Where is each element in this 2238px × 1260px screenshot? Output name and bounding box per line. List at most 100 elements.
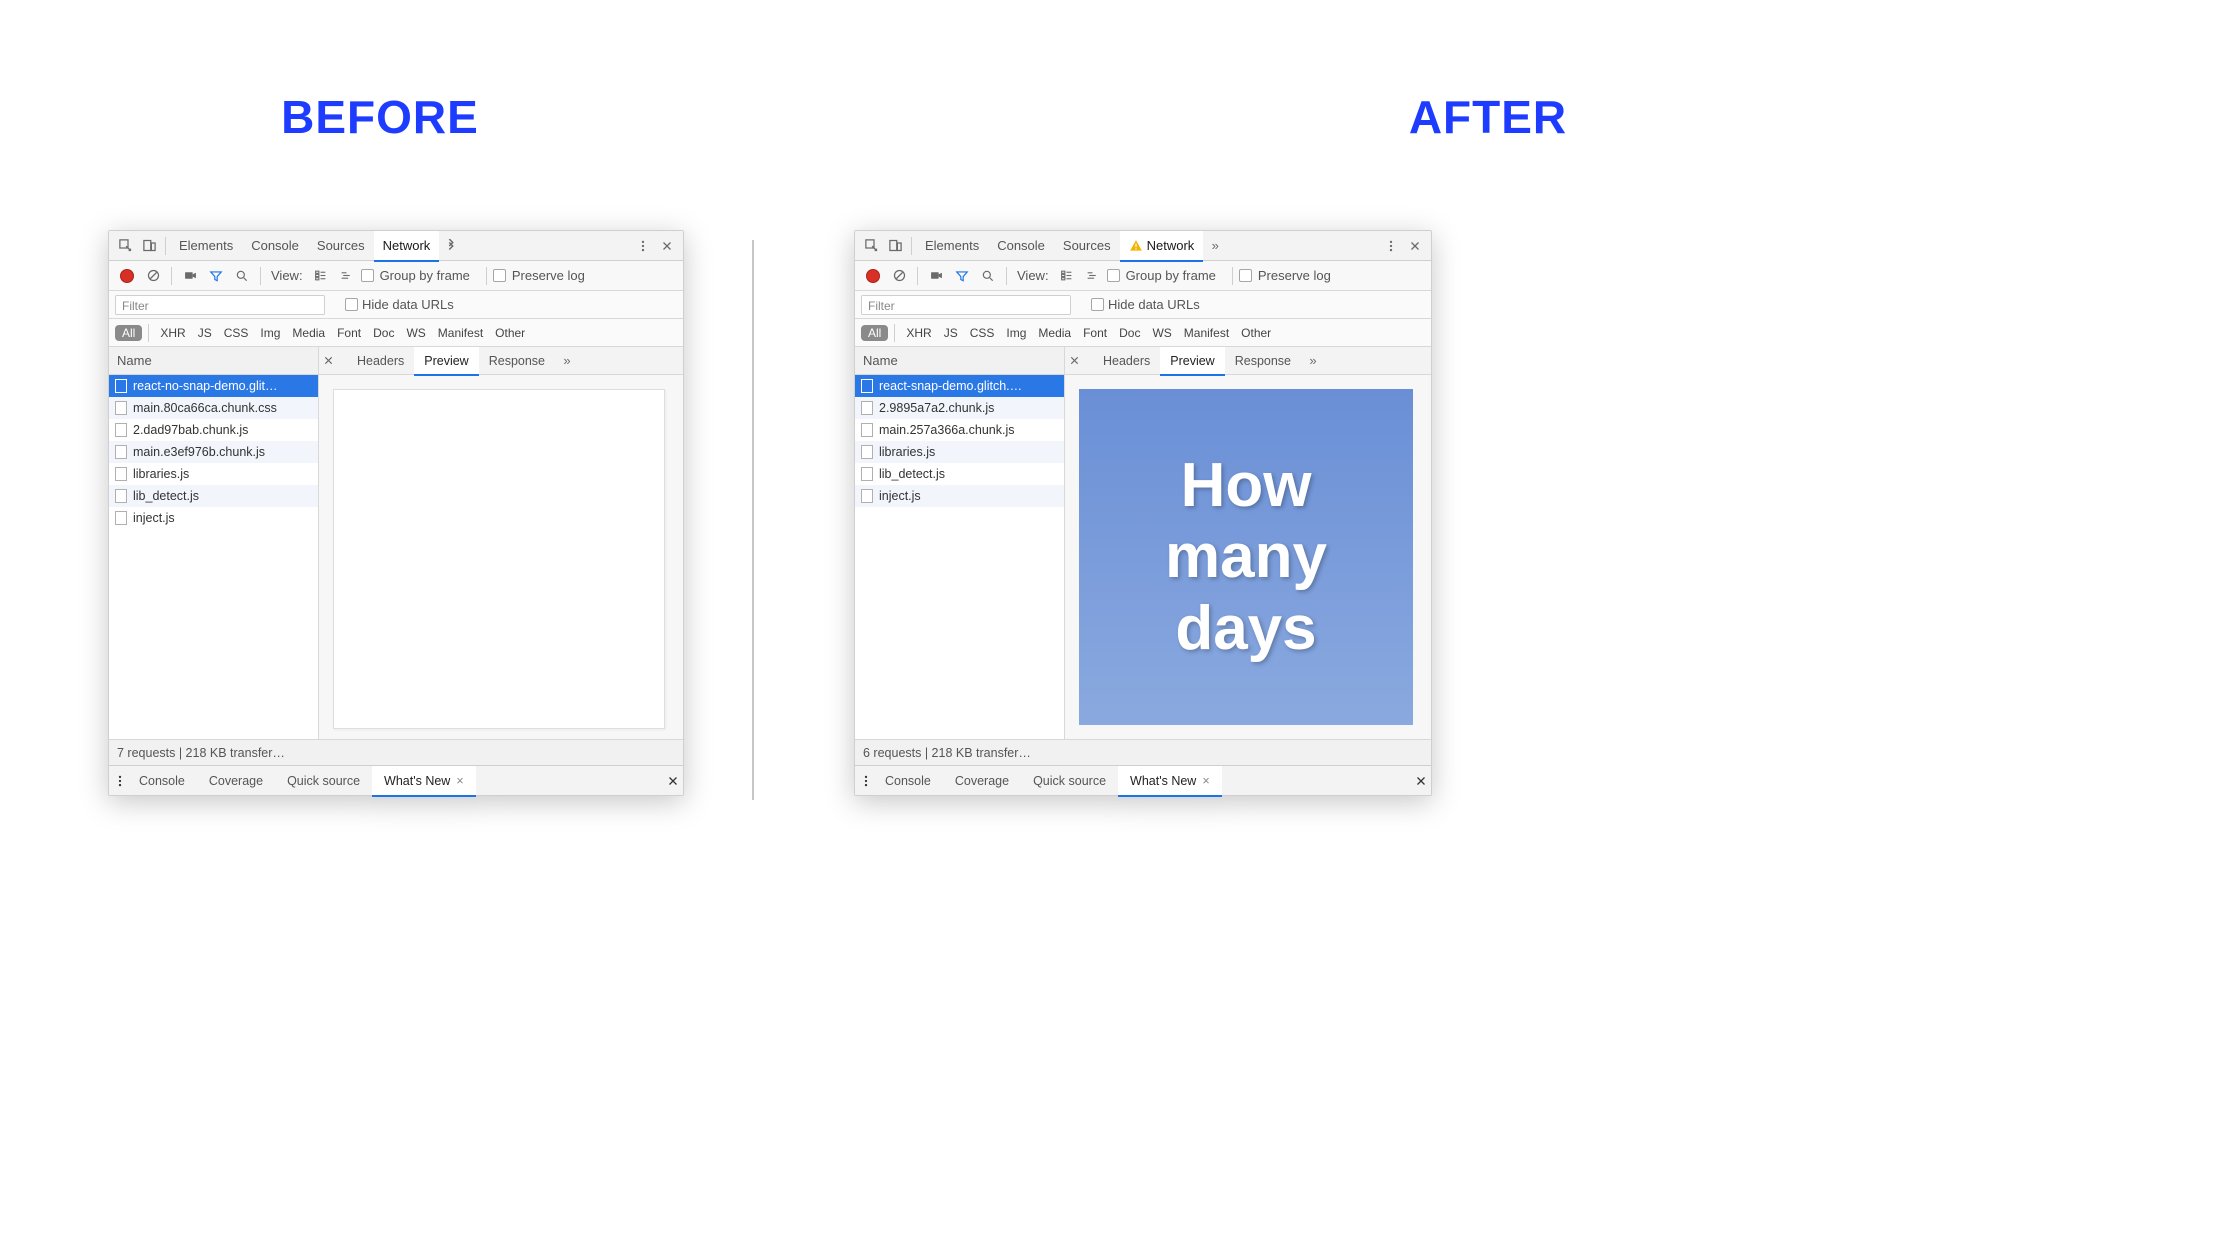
name-column-header[interactable]: Name bbox=[109, 347, 318, 375]
type-all[interactable]: All bbox=[115, 325, 142, 341]
drawer-menu-icon[interactable] bbox=[113, 774, 127, 788]
drawer-tab-whats-new[interactable]: What's New× bbox=[372, 766, 476, 796]
settings-icon[interactable] bbox=[631, 234, 655, 258]
request-row[interactable]: lib_detect.js bbox=[109, 485, 318, 507]
type-font[interactable]: Font bbox=[1078, 326, 1112, 340]
large-rows-icon[interactable] bbox=[309, 264, 333, 288]
clear-icon[interactable] bbox=[887, 264, 911, 288]
type-other[interactable]: Other bbox=[1236, 326, 1276, 340]
device-toolbar-icon[interactable] bbox=[883, 234, 907, 258]
tab-headers[interactable]: Headers bbox=[1093, 347, 1160, 375]
search-icon[interactable] bbox=[230, 264, 254, 288]
type-xhr[interactable]: XHR bbox=[901, 326, 936, 340]
drawer-tab-quick-source[interactable]: Quick source bbox=[1021, 766, 1118, 796]
record-button[interactable] bbox=[115, 264, 139, 288]
tab-response[interactable]: Response bbox=[1225, 347, 1301, 375]
close-drawer-icon[interactable] bbox=[1415, 775, 1427, 787]
type-doc[interactable]: Doc bbox=[368, 326, 399, 340]
tab-preview[interactable]: Preview bbox=[1160, 347, 1224, 375]
close-icon[interactable] bbox=[655, 234, 679, 258]
hide-data-urls-checkbox[interactable] bbox=[345, 298, 358, 311]
type-other[interactable]: Other bbox=[490, 326, 530, 340]
record-button[interactable] bbox=[861, 264, 885, 288]
preserve-log-checkbox[interactable] bbox=[1239, 269, 1252, 282]
close-details-icon[interactable] bbox=[323, 355, 347, 366]
request-row[interactable]: 2.9895a7a2.chunk.js bbox=[855, 397, 1064, 419]
filter-icon[interactable] bbox=[204, 264, 228, 288]
tab-response[interactable]: Response bbox=[479, 347, 555, 375]
request-row[interactable]: main.257a366a.chunk.js bbox=[855, 419, 1064, 441]
tab-network[interactable]: Network bbox=[374, 231, 440, 261]
type-img[interactable]: Img bbox=[1001, 326, 1031, 340]
request-row[interactable]: libraries.js bbox=[855, 441, 1064, 463]
type-img[interactable]: Img bbox=[255, 326, 285, 340]
device-toolbar-icon[interactable] bbox=[137, 234, 161, 258]
close-tab-icon[interactable]: × bbox=[1202, 774, 1209, 788]
type-ws[interactable]: WS bbox=[401, 326, 430, 340]
search-icon[interactable] bbox=[976, 264, 1000, 288]
close-tab-icon[interactable]: × bbox=[456, 774, 463, 788]
type-manifest[interactable]: Manifest bbox=[433, 326, 488, 340]
tab-headers[interactable]: Headers bbox=[347, 347, 414, 375]
clear-icon[interactable] bbox=[141, 264, 165, 288]
type-media[interactable]: Media bbox=[1033, 326, 1076, 340]
overview-icon[interactable] bbox=[1081, 264, 1105, 288]
group-by-frame-checkbox[interactable] bbox=[1107, 269, 1120, 282]
request-row[interactable]: react-no-snap-demo.glit… bbox=[109, 375, 318, 397]
request-row[interactable]: react-snap-demo.glitch.… bbox=[855, 375, 1064, 397]
filter-input[interactable]: Filter bbox=[115, 295, 325, 315]
group-by-frame-checkbox[interactable] bbox=[361, 269, 374, 282]
close-drawer-icon[interactable] bbox=[667, 775, 679, 787]
large-rows-icon[interactable] bbox=[1055, 264, 1079, 288]
preserve-log-checkbox[interactable] bbox=[493, 269, 506, 282]
more-tabs-icon[interactable] bbox=[439, 234, 463, 258]
drawer-tab-quick-source[interactable]: Quick source bbox=[275, 766, 372, 796]
type-manifest[interactable]: Manifest bbox=[1179, 326, 1234, 340]
tab-preview[interactable]: Preview bbox=[414, 347, 478, 375]
drawer-tab-coverage[interactable]: Coverage bbox=[197, 766, 275, 796]
type-ws[interactable]: WS bbox=[1147, 326, 1176, 340]
type-all[interactable]: All bbox=[861, 325, 888, 341]
type-js[interactable]: JS bbox=[193, 326, 217, 340]
type-xhr[interactable]: XHR bbox=[155, 326, 190, 340]
tab-elements[interactable]: Elements bbox=[170, 231, 242, 261]
name-column-header[interactable]: Name bbox=[855, 347, 1064, 375]
request-row[interactable]: 2.dad97bab.chunk.js bbox=[109, 419, 318, 441]
tab-console[interactable]: Console bbox=[242, 231, 308, 261]
type-js[interactable]: JS bbox=[939, 326, 963, 340]
tab-network[interactable]: Network bbox=[1120, 231, 1204, 261]
type-css[interactable]: CSS bbox=[219, 326, 254, 340]
drawer-tab-coverage[interactable]: Coverage bbox=[943, 766, 1021, 796]
tab-sources[interactable]: Sources bbox=[1054, 231, 1120, 261]
inspect-icon[interactable] bbox=[859, 234, 883, 258]
camera-icon[interactable] bbox=[178, 264, 202, 288]
filter-input[interactable]: Filter bbox=[861, 295, 1071, 315]
request-row[interactable]: main.e3ef976b.chunk.js bbox=[109, 441, 318, 463]
request-row[interactable]: inject.js bbox=[109, 507, 318, 529]
more-tabs-icon[interactable]: » bbox=[1203, 234, 1227, 258]
tab-console[interactable]: Console bbox=[988, 231, 1054, 261]
more-detail-tabs-icon[interactable]: » bbox=[555, 353, 579, 368]
request-row[interactable]: inject.js bbox=[855, 485, 1064, 507]
settings-icon[interactable] bbox=[1379, 234, 1403, 258]
request-row[interactable]: main.80ca66ca.chunk.css bbox=[109, 397, 318, 419]
drawer-menu-icon[interactable] bbox=[859, 774, 873, 788]
drawer-tab-whats-new[interactable]: What's New× bbox=[1118, 766, 1222, 796]
type-font[interactable]: Font bbox=[332, 326, 366, 340]
filter-icon[interactable] bbox=[950, 264, 974, 288]
drawer-tab-console[interactable]: Console bbox=[873, 766, 943, 796]
close-icon[interactable] bbox=[1403, 234, 1427, 258]
tab-sources[interactable]: Sources bbox=[308, 231, 374, 261]
more-detail-tabs-icon[interactable]: » bbox=[1301, 353, 1325, 368]
camera-icon[interactable] bbox=[924, 264, 948, 288]
tab-elements[interactable]: Elements bbox=[916, 231, 988, 261]
request-row[interactable]: lib_detect.js bbox=[855, 463, 1064, 485]
hide-data-urls-checkbox[interactable] bbox=[1091, 298, 1104, 311]
drawer-tab-console[interactable]: Console bbox=[127, 766, 197, 796]
request-row[interactable]: libraries.js bbox=[109, 463, 318, 485]
close-details-icon[interactable] bbox=[1069, 355, 1093, 366]
inspect-icon[interactable] bbox=[113, 234, 137, 258]
overview-icon[interactable] bbox=[335, 264, 359, 288]
type-doc[interactable]: Doc bbox=[1114, 326, 1145, 340]
type-media[interactable]: Media bbox=[287, 326, 330, 340]
